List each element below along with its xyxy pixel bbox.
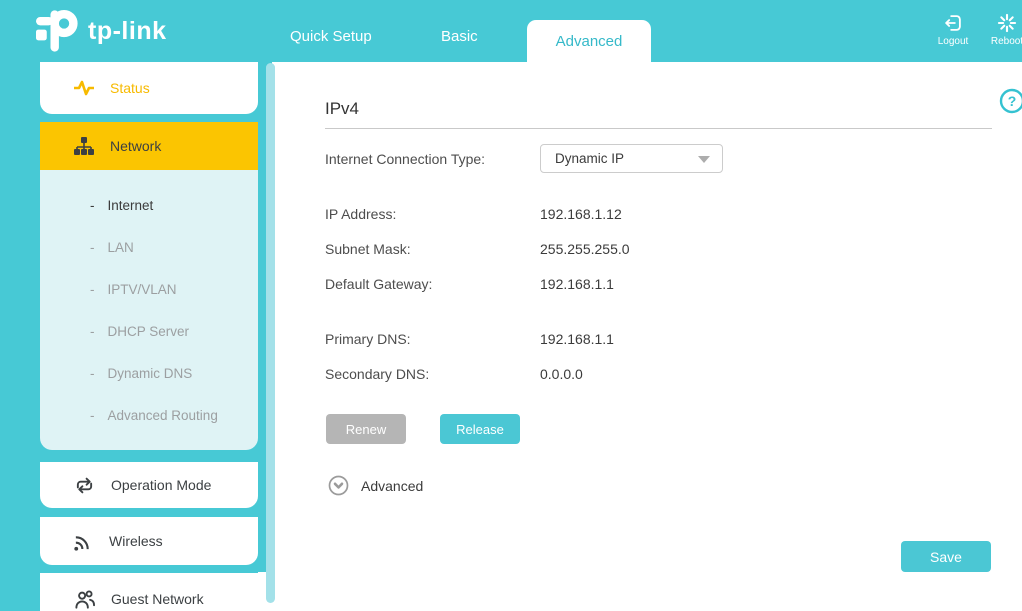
submenu-item-advanced-routing[interactable]: - Advanced Routing xyxy=(90,408,218,426)
advanced-toggle-label: Advanced xyxy=(361,477,424,494)
connection-type-value: Dynamic IP xyxy=(555,151,625,166)
page-title: IPv4 xyxy=(325,99,360,118)
sidebar-guest-network-label: Guest Network xyxy=(111,591,204,607)
sidebar-item-status[interactable]: Status xyxy=(40,62,258,114)
submenu-item-lan[interactable]: - LAN xyxy=(90,240,134,258)
network-topology-icon xyxy=(74,137,94,155)
sidebar-item-wireless[interactable]: Wireless xyxy=(40,517,258,565)
submenu-dash: - xyxy=(90,282,95,297)
tab-basic[interactable]: Basic xyxy=(441,28,478,45)
sidebar-wireless-label: Wireless xyxy=(109,533,163,549)
default-gateway-label: Default Gateway: xyxy=(325,276,433,292)
logout-icon xyxy=(945,15,961,31)
connection-type-select[interactable]: Dynamic IP xyxy=(540,144,723,173)
tab-advanced[interactable]: Advanced xyxy=(527,20,651,62)
reboot-icon xyxy=(997,13,1017,33)
submenu-dash: - xyxy=(90,198,95,213)
tp-link-logo: tp-link xyxy=(36,8,167,54)
logo-wordmark: tp-link xyxy=(88,16,167,45)
logout-button[interactable]: Logout xyxy=(923,12,983,47)
sidebar-item-operation-mode[interactable]: Operation Mode xyxy=(40,462,258,508)
sidebar-item-guest-network[interactable]: Guest Network xyxy=(40,573,258,611)
sidebar-operation-mode-label: Operation Mode xyxy=(111,477,212,493)
sidebar-network-label: Network xyxy=(110,138,162,154)
submenu-item-dynamic-dns[interactable]: - Dynamic DNS xyxy=(90,366,192,384)
wireless-icon xyxy=(74,535,89,551)
secondary-dns-value: 0.0.0.0 xyxy=(540,366,583,382)
submenu-dash: - xyxy=(90,366,95,381)
submenu-item-internet[interactable]: - Internet xyxy=(90,198,153,216)
reboot-button[interactable]: Reboot xyxy=(977,12,1022,47)
tp-link-logo-icon xyxy=(36,9,78,52)
submenu-dash: - xyxy=(90,408,95,423)
operation-mode-icon xyxy=(76,477,93,493)
submenu-item-dhcp-server[interactable]: - DHCP Server xyxy=(90,324,189,342)
sidebar-item-network[interactable]: Network xyxy=(40,122,258,170)
title-divider xyxy=(325,128,992,129)
advanced-toggle[interactable]: Advanced xyxy=(328,475,423,496)
submenu-dash: - xyxy=(90,240,95,255)
network-submenu: - Internet - LAN - IPTV/VLAN - DHCP Serv… xyxy=(40,170,258,450)
primary-dns-value: 192.168.1.1 xyxy=(540,331,614,347)
tab-advanced-label: Advanced xyxy=(555,32,623,50)
default-gateway-value: 192.168.1.1 xyxy=(540,276,614,292)
submenu-dash: - xyxy=(90,324,95,339)
subnet-mask-label: Subnet Mask: xyxy=(325,241,411,257)
release-button[interactable]: Release xyxy=(440,414,520,444)
secondary-dns-label: Secondary DNS: xyxy=(325,366,430,382)
ip-address-label: IP Address: xyxy=(325,206,397,222)
reboot-label: Reboot xyxy=(990,36,1022,47)
help-icon: ? xyxy=(999,88,1022,114)
save-button[interactable]: Save xyxy=(901,541,991,572)
renew-button[interactable]: Renew xyxy=(326,414,406,444)
logout-label: Logout xyxy=(937,36,969,47)
svg-text:?: ? xyxy=(1008,93,1017,109)
submenu-item-iptv-vlan[interactable]: - IPTV/VLAN xyxy=(90,282,177,300)
router-admin-screen: tp-link Quick Setup Basic Advanced Logou… xyxy=(0,0,1022,611)
tab-quick-setup[interactable]: Quick Setup xyxy=(290,28,372,45)
status-pulse-icon xyxy=(74,80,94,96)
sidebar-status-label: Status xyxy=(110,80,150,96)
help-button[interactable]: ? xyxy=(999,88,1022,114)
connection-type-label: Internet Connection Type: xyxy=(325,151,486,167)
subnet-mask-value: 255.255.255.0 xyxy=(540,241,630,257)
content-divider-strip xyxy=(266,63,275,603)
chevron-down-icon xyxy=(698,156,710,163)
ip-address-value: 192.168.1.12 xyxy=(540,206,622,222)
chevron-down-circle-icon xyxy=(328,475,349,496)
guest-network-icon xyxy=(75,590,95,609)
top-header: tp-link Quick Setup Basic Advanced Logou… xyxy=(0,0,1022,62)
primary-dns-label: Primary DNS: xyxy=(325,331,411,347)
